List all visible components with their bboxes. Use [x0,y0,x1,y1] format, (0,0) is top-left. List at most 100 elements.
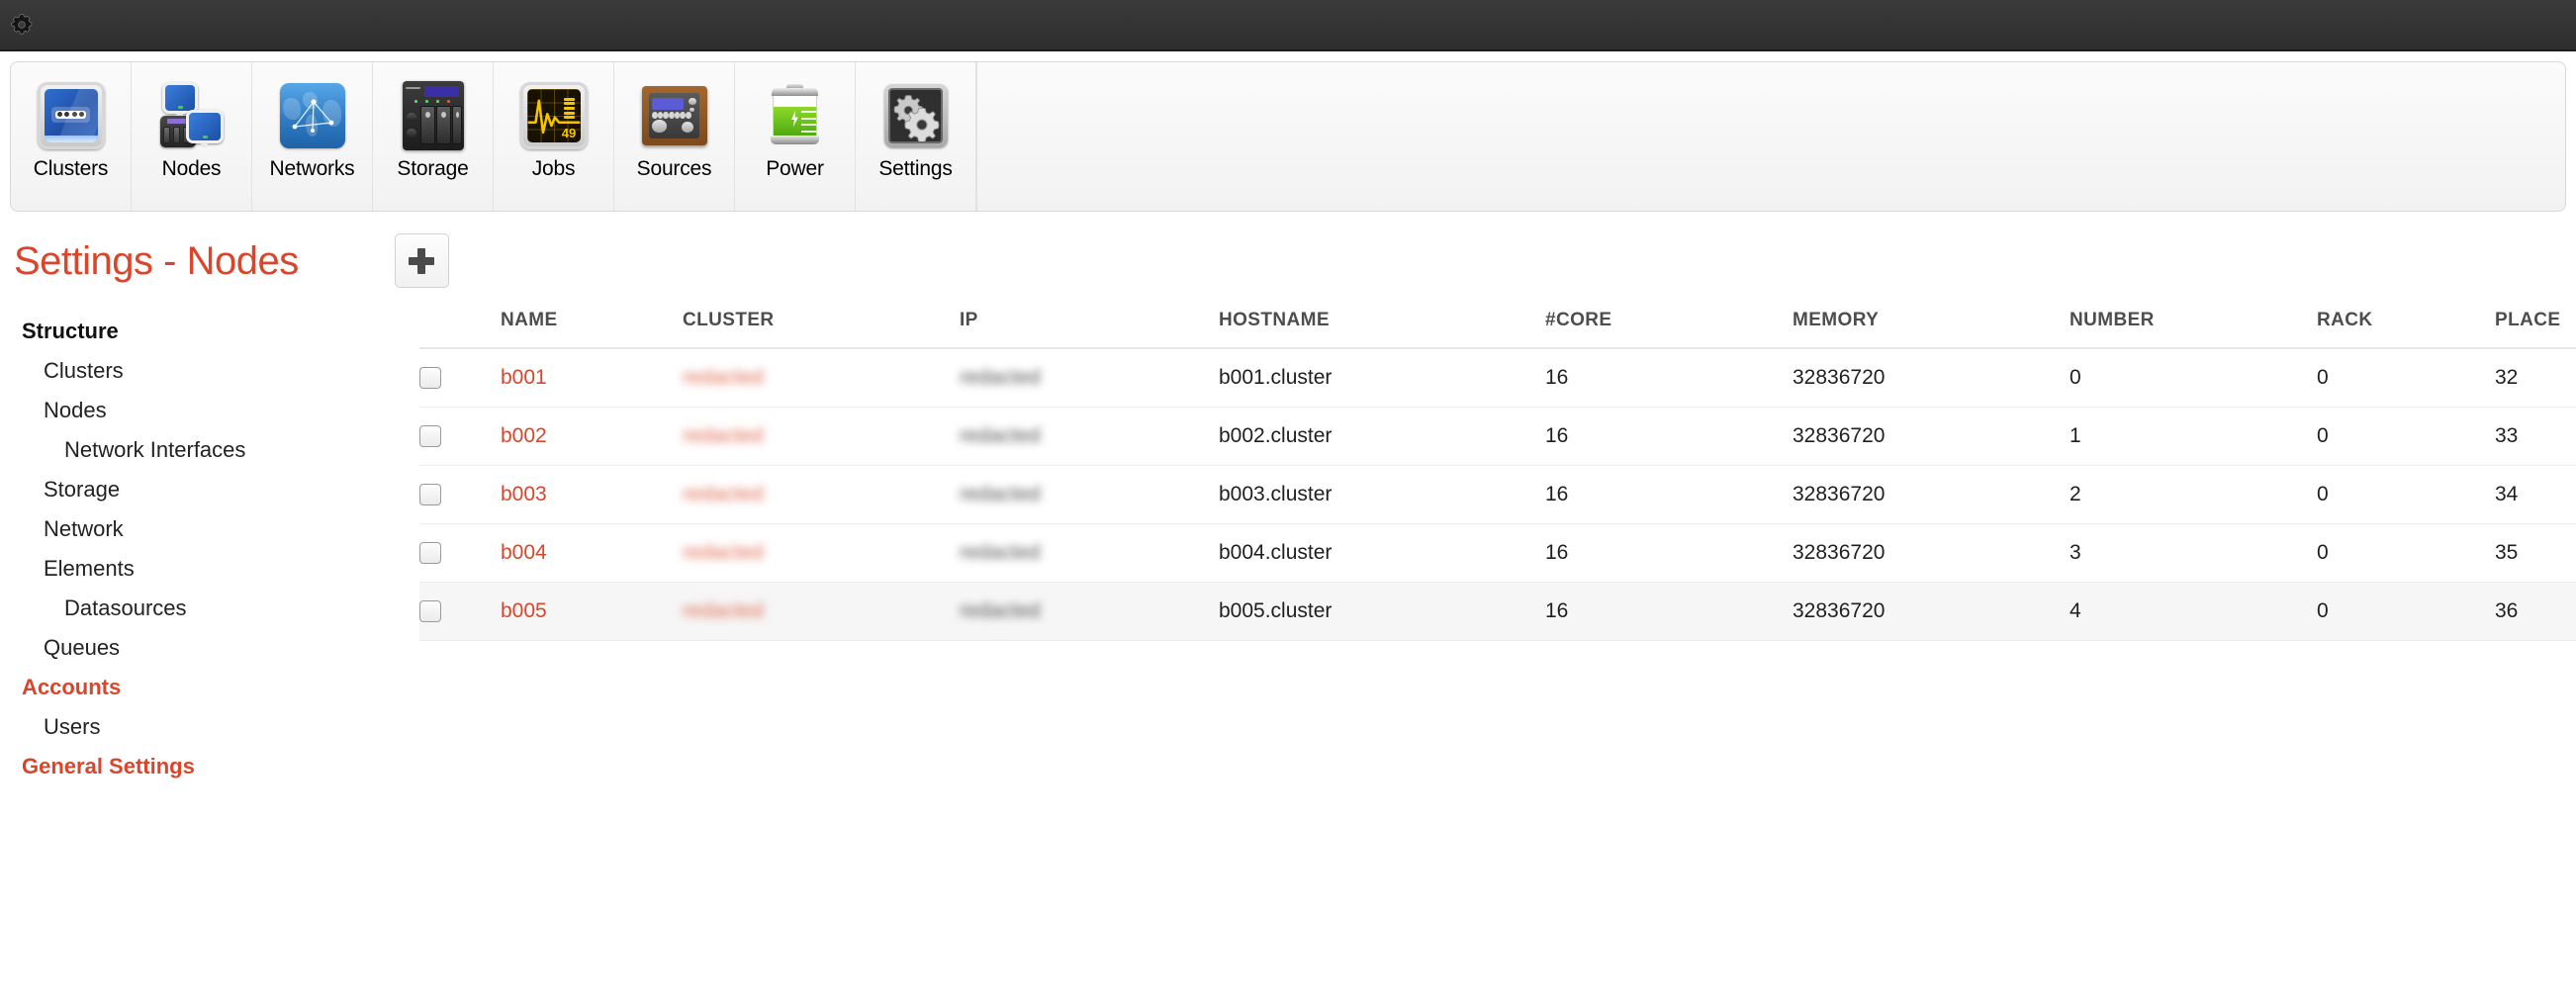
column-header-name[interactable]: NAME [501,306,683,348]
sidebar-item-nodes[interactable]: Nodes [0,391,419,430]
page-header: Settings - Nodes [0,212,2576,306]
row-select-cell [419,348,501,408]
toolbar-empty-space [976,62,2565,211]
page-title: Settings - Nodes [14,241,299,281]
storage-icon [398,80,469,151]
row-checkbox[interactable] [419,600,441,622]
redacted-cluster-value: redacted [683,599,764,623]
row-checkbox[interactable] [419,542,441,564]
cell-number: 3 [2070,524,2317,583]
table-row: b003 redacted redacted b003.cluster 16 3… [419,466,2576,524]
add-node-button[interactable] [395,233,449,288]
toolbar-item-nodes[interactable]: Nodes [132,62,252,211]
table-body: b001 redacted redacted b001.cluster 16 3… [419,348,2576,641]
column-header-cluster[interactable]: CLUSTER [683,306,960,348]
toolbar-item-clusters[interactable]: Clusters [11,62,132,211]
sidebar-heading-accounts[interactable]: Accounts [0,668,419,707]
node-link[interactable]: b003 [501,483,547,505]
cell-rack: 0 [2317,408,2495,466]
column-header-hostname[interactable]: HOSTNAME [1219,306,1545,348]
column-header-ip[interactable]: IP [960,306,1219,348]
redacted-cluster-value: redacted [683,366,764,390]
toolbar-item-networks[interactable]: Networks [252,62,373,211]
row-checkbox[interactable] [419,484,441,505]
redacted-ip-value: redacted [960,483,1041,506]
redacted-cluster-value: redacted [683,424,764,448]
toolbar-label: Power [766,158,824,179]
sources-icon [639,80,710,151]
sidebar: Structure Clusters Nodes Network Interfa… [0,306,419,786]
cell-cluster: redacted [683,348,960,408]
column-header-number[interactable]: NUMBER [2070,306,2317,348]
column-header-place[interactable]: PLACE [2495,306,2576,348]
table-row: b002 redacted redacted b002.cluster 16 3… [419,408,2576,466]
row-checkbox[interactable] [419,425,441,447]
sidebar-item-users[interactable]: Users [0,707,419,747]
cell-ip: redacted [960,348,1219,408]
toolbar-item-storage[interactable]: Storage [373,62,494,211]
toolbar-wrapper: Clusters Nodes [0,51,2576,212]
sidebar-item-clusters[interactable]: Clusters [0,351,419,391]
toolbar-label: Jobs [532,158,576,179]
column-header-rack[interactable]: RACK [2317,306,2495,348]
row-select-cell [419,583,501,641]
cell-cluster: redacted [683,466,960,524]
toolbar-label: Settings [878,158,952,179]
cell-cluster: redacted [683,583,960,641]
main-toolbar: Clusters Nodes [10,61,2566,212]
node-link[interactable]: b004 [501,541,547,564]
nodes-table: NAME CLUSTER IP HOSTNAME #CORE MEMORY NU… [419,306,2576,641]
cell-name: b003 [501,466,683,524]
jobs-badge: 49 [562,126,576,140]
row-select-cell [419,524,501,583]
column-header-core[interactable]: #CORE [1545,306,1793,348]
sidebar-item-elements[interactable]: Elements [0,549,419,589]
cell-cluster: redacted [683,408,960,466]
sidebar-item-storage[interactable]: Storage [0,470,419,509]
table-row: b004 redacted redacted b004.cluster 16 3… [419,524,2576,583]
redacted-cluster-value: redacted [683,483,764,506]
cell-hostname: b005.cluster [1219,583,1545,641]
cell-memory: 32836720 [1793,524,2070,583]
sidebar-item-queues[interactable]: Queues [0,628,419,668]
cell-place: 32 [2495,348,2576,408]
toolbar-item-sources[interactable]: Sources [614,62,735,211]
node-link[interactable]: b002 [501,424,547,447]
cell-hostname: b004.cluster [1219,524,1545,583]
sidebar-item-datasources[interactable]: Datasources [0,589,419,628]
cell-rack: 0 [2317,524,2495,583]
cell-hostname: b002.cluster [1219,408,1545,466]
redacted-ip-value: redacted [960,366,1041,390]
cell-ip: redacted [960,524,1219,583]
cell-place: 33 [2495,408,2576,466]
row-checkbox[interactable] [419,367,441,389]
table-header-row: NAME CLUSTER IP HOSTNAME #CORE MEMORY NU… [419,306,2576,348]
cell-memory: 32836720 [1793,408,2070,466]
toolbar-label: Sources [637,158,712,179]
cell-number: 0 [2070,348,2317,408]
cell-cluster: redacted [683,524,960,583]
gear-icon[interactable] [2,5,42,45]
sidebar-item-network[interactable]: Network [0,509,419,549]
cell-core: 16 [1545,524,1793,583]
toolbar-item-power[interactable]: Power [735,62,856,211]
node-link[interactable]: b001 [501,366,547,389]
sidebar-heading-general-settings[interactable]: General Settings [0,747,419,786]
toolbar-item-jobs[interactable]: 49 Jobs [494,62,614,211]
networks-icon [277,80,348,151]
row-select-cell [419,408,501,466]
row-select-cell [419,466,501,524]
cell-core: 16 [1545,408,1793,466]
toolbar-item-settings[interactable]: Settings [856,62,976,211]
cell-name: b004 [501,524,683,583]
settings-icon [880,80,952,151]
nodes-table-area: NAME CLUSTER IP HOSTNAME #CORE MEMORY NU… [419,306,2576,641]
column-header-memory[interactable]: MEMORY [1793,306,2070,348]
cell-memory: 32836720 [1793,583,2070,641]
node-link[interactable]: b005 [501,599,547,622]
cell-core: 16 [1545,583,1793,641]
redacted-ip-value: redacted [960,424,1041,448]
cell-place: 36 [2495,583,2576,641]
sidebar-item-network-interfaces[interactable]: Network Interfaces [0,430,419,470]
sidebar-heading-structure: Structure [0,312,419,351]
